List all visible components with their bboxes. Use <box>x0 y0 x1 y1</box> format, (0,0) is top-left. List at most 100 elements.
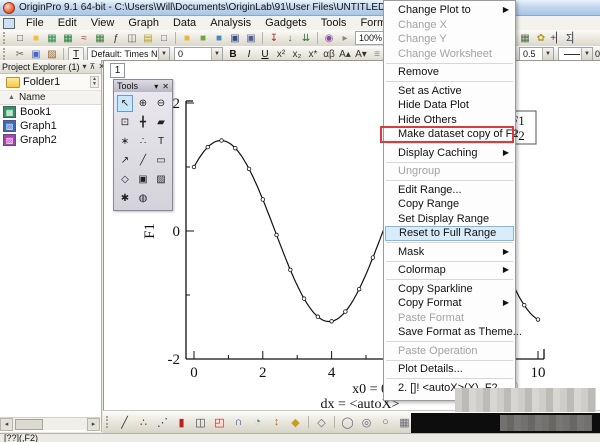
line-style-combo[interactable]: ▼ <box>557 47 593 61</box>
project-item-graph2[interactable]: ▨ Graph2 <box>0 133 101 147</box>
new-project-icon[interactable]: □ <box>13 32 27 45</box>
menu-item-edit-range[interactable]: Edit Range... <box>384 183 515 198</box>
cut-icon[interactable]: ✂ <box>13 48 27 61</box>
greek-button[interactable]: αβ <box>322 48 336 61</box>
digitizer-icon[interactable]: ◉ <box>322 32 336 45</box>
cursor-tool-tool-icon[interactable]: ∴ <box>135 133 151 150</box>
merge-graphs-icon[interactable]: ◯ <box>339 414 356 430</box>
menu-graph[interactable]: Graph <box>121 17 166 29</box>
open-graph-file-icon[interactable]: ■ <box>212 32 226 45</box>
new-notes-icon[interactable]: ▤ <box>141 32 155 45</box>
theme-gear-icon[interactable]: ✿ <box>534 32 548 45</box>
scatter-plot-icon[interactable]: ∴ <box>135 414 152 430</box>
layer-1-button[interactable]: 1 <box>110 63 125 78</box>
screen-reader-tool-icon[interactable]: ⊡ <box>117 114 133 131</box>
line-plot-icon[interactable]: ╱ <box>116 414 133 430</box>
import-multiple-ascii-icon[interactable]: ⇊ <box>299 32 313 45</box>
menu-analysis[interactable]: Analysis <box>203 17 258 29</box>
menu-item-reset-to-full-range[interactable]: Reset to Full Range <box>385 226 514 241</box>
menu-item-mask[interactable]: Mask ▶ <box>384 245 515 260</box>
import-wizard-icon[interactable]: ↧ <box>267 32 281 45</box>
chevron-down-icon[interactable]: ▼ <box>158 48 169 60</box>
fit-curve-icon[interactable]: ∩ <box>230 414 247 430</box>
box-chart-icon[interactable]: ◰ <box>211 414 228 430</box>
line-symbol-plot-icon[interactable]: ⋰ <box>154 414 171 430</box>
zoom-out-tool-icon[interactable]: ⊖ <box>153 95 169 112</box>
chevron-down-icon[interactable]: ▼ <box>580 48 592 60</box>
date-grid-icon[interactable]: ▦ <box>518 32 532 45</box>
vector-plot-icon[interactable]: ↕ <box>268 414 285 430</box>
scroll-right-icon[interactable]: ▸ <box>87 417 100 431</box>
chevron-down-icon[interactable]: ▼ <box>541 48 553 60</box>
menu-item-display-caching[interactable]: Display Caching ▶ <box>384 146 515 161</box>
toolbar-grip[interactable] <box>3 32 9 44</box>
draw-data-tool-icon[interactable]: ∗ <box>117 133 133 150</box>
subscript-button[interactable]: x₂ <box>290 48 304 61</box>
menu-item-colormap[interactable]: Colormap ▶ <box>384 263 515 278</box>
regional-data-selector-tool-icon[interactable]: ▰ <box>153 114 169 131</box>
zoom-in-tool-icon[interactable]: ⊕ <box>135 95 151 112</box>
open-template-icon[interactable]: □ <box>157 32 171 45</box>
menu-item-plot-details[interactable]: Plot Details... <box>384 362 515 377</box>
rotate-tool-tool-icon[interactable]: ✱ <box>117 190 133 207</box>
font-smaller-button[interactable]: A▾ <box>354 48 368 61</box>
underline-button[interactable]: U <box>258 48 272 61</box>
chevron-down-icon[interactable]: ▾ <box>154 82 158 91</box>
menu-item-hide-others[interactable]: Hide Others <box>384 113 515 128</box>
sum-column-icon[interactable]: Σ▏ <box>566 32 580 45</box>
folder-spinner[interactable]: ▲ ▼ <box>90 76 99 88</box>
menu-item-copy-range[interactable]: Copy Range <box>384 197 515 212</box>
column-plot-icon[interactable]: ▮ <box>173 414 190 430</box>
font-size-combo[interactable]: 0 ▼ <box>174 47 223 61</box>
rectangle-tool-tool-icon[interactable]: ▭ <box>153 152 169 169</box>
text-tool-tool-icon[interactable]: T <box>153 133 169 150</box>
chevron-down-icon[interactable]: ▼ <box>211 48 222 60</box>
scroll-left-icon[interactable]: ◂ <box>0 417 13 431</box>
new-function-plot-icon[interactable]: ƒ <box>109 32 123 45</box>
new-excel-icon[interactable]: ▦ <box>61 32 75 45</box>
folder-row[interactable]: Folder1 ▲ ▼ <box>0 74 101 91</box>
polygon-tool-tool-icon[interactable]: ◇ <box>117 171 133 188</box>
polar-plot-icon[interactable]: ◔ <box>249 414 266 430</box>
pin-icon[interactable]: ⊼ <box>90 62 96 71</box>
horizontal-scrollbar[interactable]: ◂ ▸ <box>0 417 100 431</box>
menu-file[interactable]: File <box>19 17 51 29</box>
arrow-tool-tool-icon[interactable]: ↗ <box>117 152 133 169</box>
project-item-graph1[interactable]: ▨ Graph1 <box>0 119 101 133</box>
toolbar-grip[interactable] <box>3 48 9 60</box>
data-reader-tool-icon[interactable]: ╋ <box>135 114 151 131</box>
menu-gadgets[interactable]: Gadgets <box>258 17 314 29</box>
menu-item-copy-sparkline[interactable]: Copy Sparkline <box>384 282 515 297</box>
line-width-combo[interactable]: 0.5 ▼ <box>519 47 554 61</box>
open-excel-file-icon[interactable]: ■ <box>196 32 210 45</box>
new-workbook-icon[interactable]: ▦ <box>45 32 59 45</box>
save-template-icon[interactable]: ▣ <box>244 32 258 45</box>
scrollbar-thumb[interactable] <box>15 418 43 430</box>
menu-tools[interactable]: Tools <box>314 17 354 29</box>
align-button[interactable]: ≡ <box>370 48 384 61</box>
supersubscript-button[interactable]: x* <box>306 48 320 61</box>
italic-button[interactable]: I <box>242 48 256 61</box>
insert-image-tool-icon[interactable]: ▨ <box>153 171 169 188</box>
menu-view[interactable]: View <box>84 17 122 29</box>
cylinder-tool-tool-icon[interactable]: ◍ <box>135 190 151 207</box>
font-larger-button[interactable]: A▴ <box>338 48 352 61</box>
paste-icon[interactable]: ▨ <box>45 48 59 61</box>
line-tool-tool-icon[interactable]: ╱ <box>135 152 151 169</box>
new-matrix-icon[interactable]: ▦ <box>93 32 107 45</box>
new-layout-icon[interactable]: ◫ <box>125 32 139 45</box>
new-graph-icon[interactable]: ≈ <box>77 32 91 45</box>
menu-data[interactable]: Data <box>166 17 203 29</box>
menu-item-set-as-active[interactable]: Set as Active <box>384 84 515 99</box>
save-project-icon[interactable]: ▣ <box>228 32 242 45</box>
snap-tool-icon[interactable]: ▸ <box>338 32 352 45</box>
toolbar-grip[interactable] <box>106 416 112 428</box>
open-project-icon[interactable]: ■ <box>29 32 43 45</box>
close-icon[interactable]: ✕ <box>162 82 169 91</box>
menu-edit[interactable]: Edit <box>51 17 84 29</box>
pointer-tool-icon[interactable]: ↖ <box>117 95 133 112</box>
extract-layers-icon[interactable]: ○ <box>377 414 394 430</box>
menu-item-set-display-range[interactable]: Set Display Range <box>384 212 515 227</box>
multi-panel-icon[interactable]: ◫ <box>192 414 209 430</box>
name-column-header[interactable]: ▲ Name <box>0 91 101 105</box>
